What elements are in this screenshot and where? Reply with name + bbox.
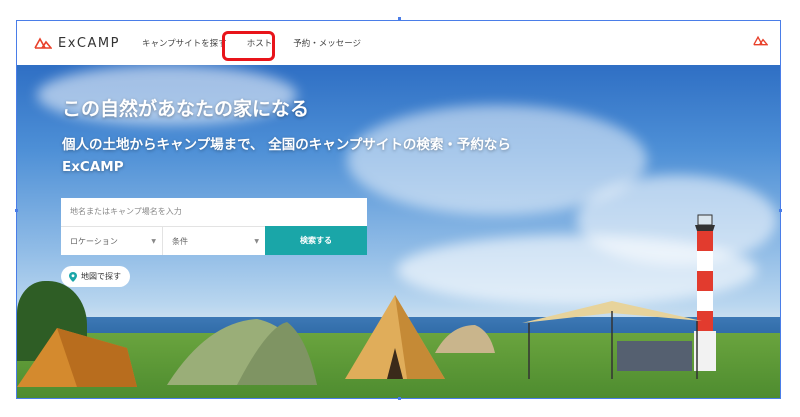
map-search-button[interactable]: 地図で探す — [61, 266, 130, 287]
selection-handle-bottom[interactable] — [398, 397, 401, 400]
search-button[interactable]: 検索する — [265, 226, 367, 255]
site-logo[interactable]: ExCAMP — [34, 36, 120, 51]
tent — [17, 328, 137, 387]
selection-handle-right[interactable] — [779, 209, 782, 212]
search-input[interactable]: 地名またはキャンプ場名を入力 — [61, 198, 367, 226]
search-box: 地名またはキャンプ場名を入力 ロケーション ▼ 条件 ▼ 検索する — [61, 198, 367, 255]
mountain-logo-icon[interactable] — [753, 35, 768, 46]
hero-subtitle: 個人の土地からキャンプ場まで、 全国のキャンプサイトの検索・予約ならExCAMP — [62, 137, 511, 175]
map-search-label: 地図で探す — [81, 272, 121, 281]
tent — [435, 325, 495, 353]
chevron-down-icon: ▼ — [151, 238, 156, 245]
location-select[interactable]: ロケーション ▼ — [61, 226, 163, 255]
highlight-box-host — [222, 31, 275, 61]
condition-select[interactable]: 条件 ▼ — [163, 226, 265, 255]
location-select-label: ロケーション — [70, 237, 118, 246]
nav-find-campsite[interactable]: キャンプサイトを探す — [142, 37, 227, 49]
hero-title: この自然があなたの家になる — [62, 98, 310, 120]
canopy-tarp — [522, 301, 702, 379]
tent — [345, 295, 445, 379]
nav-reservations-messages[interactable]: 予約・メッセージ — [293, 37, 361, 49]
tent — [167, 319, 317, 385]
map-pin-icon — [69, 271, 77, 282]
condition-select-label: 条件 — [172, 237, 188, 246]
logo-text: ExCAMP — [58, 35, 120, 51]
mountain-logo-icon — [34, 37, 52, 49]
search-options-row: ロケーション ▼ 条件 ▼ 検索する — [61, 226, 367, 255]
hero-section: この自然があなたの家になる 個人の土地からキャンプ場まで、 全国のキャンプサイト… — [17, 65, 780, 398]
selection-handle-left[interactable] — [15, 209, 18, 212]
chevron-down-icon: ▼ — [254, 238, 259, 245]
site-header: ExCAMP キャンプサイトを探す ホスト 予約・メッセージ — [17, 21, 780, 65]
selection-handle-top[interactable] — [398, 17, 401, 20]
